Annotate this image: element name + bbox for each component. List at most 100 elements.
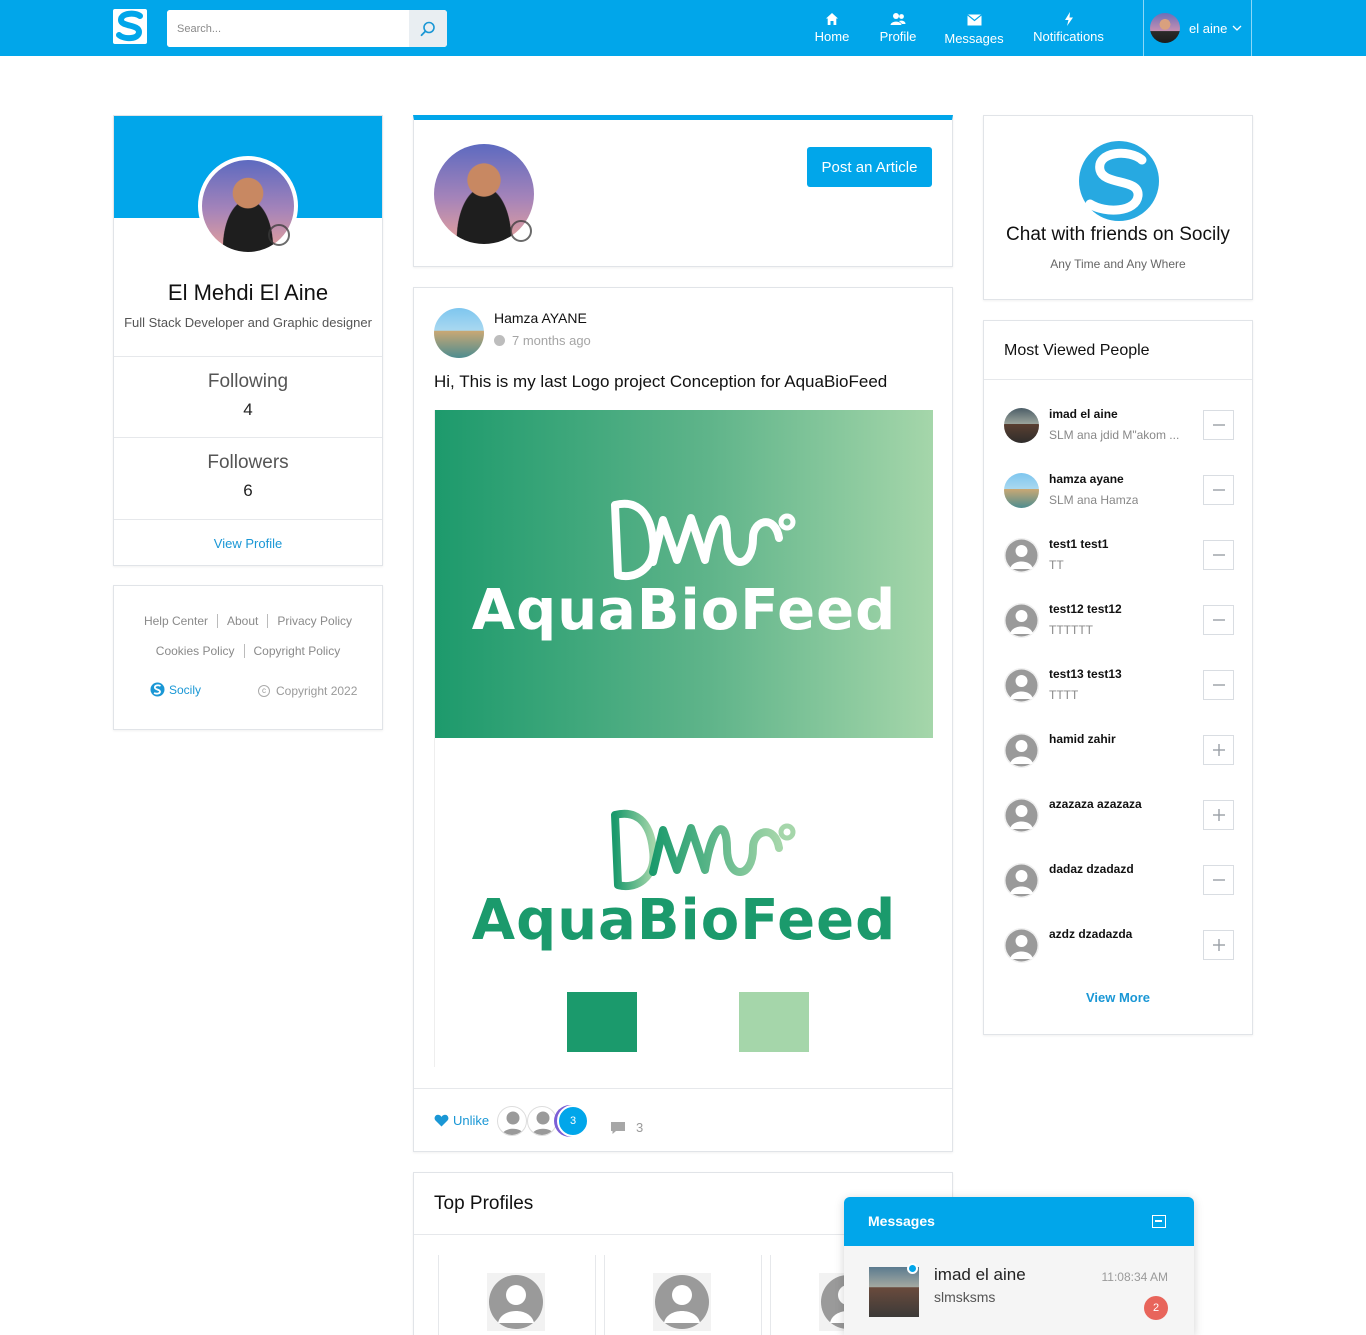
- privacy-policy-link[interactable]: Privacy Policy: [267, 614, 361, 628]
- person-name[interactable]: hamid zahir: [1049, 732, 1116, 746]
- following-count: 4: [243, 400, 253, 419]
- avatar[interactable]: [1004, 928, 1039, 963]
- profile-card: El Mehdi El Aine Full Stack Developer an…: [113, 115, 383, 566]
- person-name[interactable]: test13 test13: [1049, 667, 1122, 681]
- person-row[interactable]: dadaz dzadazd: [1004, 858, 1234, 908]
- conversation-preview: slmsksms: [934, 1289, 996, 1305]
- signature-mark-icon: [268, 224, 290, 246]
- comments-button[interactable]: 3: [610, 1120, 643, 1135]
- promo-title: Chat with friends on Socily: [1006, 224, 1230, 245]
- plus-icon: [1212, 743, 1226, 757]
- avatar[interactable]: [1004, 408, 1039, 443]
- footer-links-row: Cookies Policy Copyright Policy: [114, 644, 382, 658]
- person-name[interactable]: hamza ayane: [1049, 472, 1124, 486]
- about-link[interactable]: About: [216, 614, 267, 628]
- person-row[interactable]: hamid zahir: [1004, 728, 1234, 778]
- person-row[interactable]: imad el aine SLM ana jdid M"akom ...: [1004, 403, 1234, 453]
- home-icon: [812, 12, 852, 28]
- avatar[interactable]: [1004, 668, 1039, 703]
- person-row[interactable]: test1 test1 TT: [1004, 533, 1234, 583]
- top-profile-item[interactable]: [604, 1255, 762, 1335]
- person-message: TTTT: [1049, 688, 1079, 702]
- unfollow-button[interactable]: [1203, 670, 1234, 700]
- brand-name: Socily: [169, 682, 202, 697]
- nav-profile[interactable]: Profile: [876, 12, 920, 48]
- avatar[interactable]: [1004, 473, 1039, 508]
- person-name[interactable]: azdz dzadazda: [1049, 927, 1132, 941]
- person-row[interactable]: hamza ayane SLM ana Hamza: [1004, 468, 1234, 518]
- author-avatar[interactable]: [434, 308, 484, 358]
- minimize-icon[interactable]: [1152, 1215, 1166, 1228]
- following-stat[interactable]: Following 4: [114, 356, 382, 437]
- unfollow-button[interactable]: [1203, 475, 1234, 505]
- unfollow-button[interactable]: [1203, 540, 1234, 570]
- top-navigation-bar: Home Profile Messages Notifications el a…: [0, 0, 1366, 56]
- unfollow-button[interactable]: [1203, 605, 1234, 635]
- liker-avatar[interactable]: [497, 1106, 527, 1136]
- minus-icon: [1212, 613, 1226, 627]
- post-article-button[interactable]: Post an Article: [807, 147, 932, 187]
- avatar[interactable]: [1004, 538, 1039, 573]
- nav-divider: [1143, 0, 1144, 56]
- follow-button[interactable]: [1203, 735, 1234, 765]
- footer-links-row: Help Center About Privacy Policy: [114, 614, 382, 628]
- likes-count-badge[interactable]: 3: [557, 1105, 589, 1137]
- person-name[interactable]: dadaz dzadazd: [1049, 862, 1134, 876]
- unfollow-button[interactable]: [1203, 865, 1234, 895]
- help-center-link[interactable]: Help Center: [135, 614, 217, 628]
- search-button[interactable]: [409, 10, 447, 47]
- comment-icon: [610, 1121, 626, 1135]
- copyright-policy-link[interactable]: Copyright Policy: [243, 644, 350, 658]
- avatar: [1150, 13, 1180, 43]
- unfollow-button[interactable]: [1203, 410, 1234, 440]
- user-menu[interactable]: el aine: [1150, 12, 1242, 44]
- liker-avatar[interactable]: [527, 1106, 557, 1136]
- nav-notifications[interactable]: Notifications: [1030, 12, 1107, 48]
- avatar[interactable]: [1004, 863, 1039, 898]
- person-row[interactable]: azdz dzadazda: [1004, 923, 1234, 973]
- socily-logo-icon: [1078, 140, 1160, 222]
- followers-stat[interactable]: Followers 6: [114, 437, 382, 519]
- profile-icon: [876, 12, 920, 28]
- person-name[interactable]: azazaza azazaza: [1049, 797, 1142, 811]
- conversation-item[interactable]: imad el aine slmsksms 11:08:34 AM 2: [844, 1246, 1194, 1335]
- socily-logo[interactable]: [113, 9, 147, 44]
- socily-brand[interactable]: Socily: [150, 682, 201, 697]
- composer-avatar[interactable]: [434, 144, 534, 244]
- nav-home[interactable]: Home: [812, 12, 852, 48]
- online-status-icon: [907, 1263, 918, 1274]
- profile-avatar[interactable]: [198, 156, 298, 256]
- clock-icon: [494, 335, 505, 346]
- person-name[interactable]: test1 test1: [1049, 537, 1108, 551]
- avatar[interactable]: [1004, 733, 1039, 768]
- person-row[interactable]: azazaza azazaza: [1004, 793, 1234, 843]
- envelope-icon: [944, 14, 1004, 30]
- nav-messages[interactable]: Messages: [944, 12, 1004, 48]
- nav-messages-label: Messages: [944, 31, 1004, 46]
- follow-button[interactable]: [1203, 930, 1234, 960]
- post-author[interactable]: Hamza AYANE: [494, 310, 587, 326]
- nav-profile-label: Profile: [879, 29, 917, 44]
- follow-button[interactable]: [1203, 800, 1234, 830]
- view-more-link[interactable]: View More: [984, 990, 1252, 1005]
- followers-label: Followers: [207, 452, 289, 473]
- unlike-button[interactable]: Unlike: [434, 1113, 489, 1128]
- plus-icon: [1212, 938, 1226, 952]
- post-image[interactable]: AquaBioFeed AquaBioFeed: [434, 410, 933, 1067]
- copyright-icon: c: [258, 685, 270, 697]
- avatar[interactable]: [1004, 603, 1039, 638]
- person-name[interactable]: test12 test12: [1049, 602, 1122, 616]
- person-row[interactable]: test12 test12 TTTTTT: [1004, 598, 1234, 648]
- search-input[interactable]: [167, 10, 409, 47]
- messages-panel-header[interactable]: Messages: [844, 1197, 1194, 1246]
- minus-icon: [1212, 678, 1226, 692]
- cookies-policy-link[interactable]: Cookies Policy: [147, 644, 244, 658]
- avatar[interactable]: [1004, 798, 1039, 833]
- nav-home-label: Home: [814, 29, 850, 44]
- top-profile-item[interactable]: [438, 1255, 596, 1335]
- person-name[interactable]: imad el aine: [1049, 407, 1118, 421]
- profile-role: Full Stack Developer and Graphic designe…: [124, 315, 372, 330]
- person-row[interactable]: test13 test13 TTTT: [1004, 663, 1234, 713]
- person-message: SLM ana jdid M"akom ...: [1049, 428, 1180, 442]
- view-profile-link[interactable]: View Profile: [114, 519, 382, 551]
